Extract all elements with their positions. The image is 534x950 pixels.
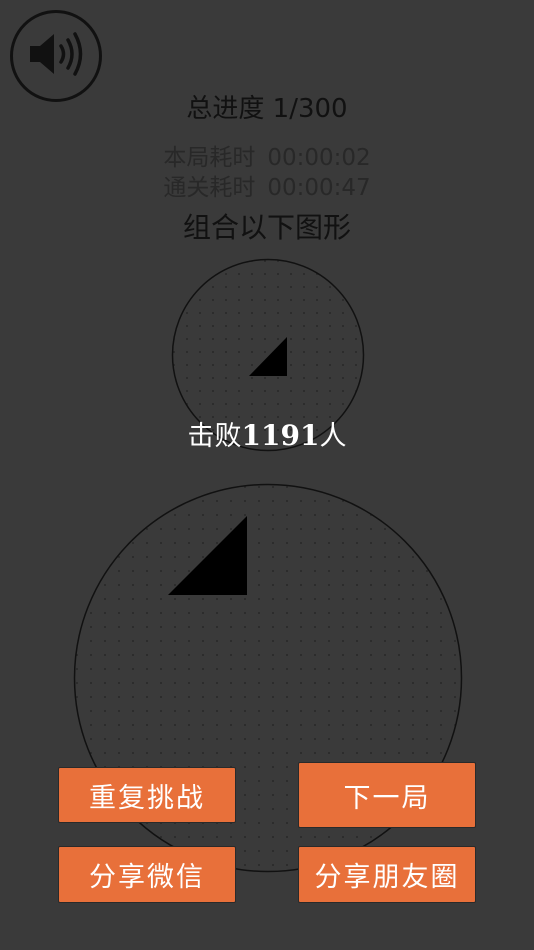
- total-progress: 总进度 1/300: [0, 88, 534, 125]
- progress-label: 总进度: [186, 94, 265, 124]
- speaker-icon: [24, 27, 88, 85]
- round-timer: 本局耗时 00:00:02: [0, 138, 534, 172]
- retry-button[interactable]: 重复挑战: [58, 767, 236, 823]
- instruction-text: 组合以下图形: [182, 211, 351, 244]
- result-suffix: 人: [319, 421, 347, 452]
- total-timer: 通关耗时 00:00:47: [0, 168, 534, 202]
- progress-value: 1/300: [272, 94, 348, 124]
- next-round-button[interactable]: 下一局: [298, 762, 476, 828]
- share-moments-button[interactable]: 分享朋友圈: [298, 846, 476, 903]
- share-wechat-button[interactable]: 分享微信: [58, 846, 236, 903]
- total-timer-value: 00:00:47: [267, 175, 371, 201]
- result-text: 击败1191人: [0, 414, 534, 453]
- total-timer-label: 通关耗时: [163, 175, 256, 201]
- result-prefix: 击败: [187, 421, 242, 452]
- defeated-count: 1191: [241, 419, 320, 452]
